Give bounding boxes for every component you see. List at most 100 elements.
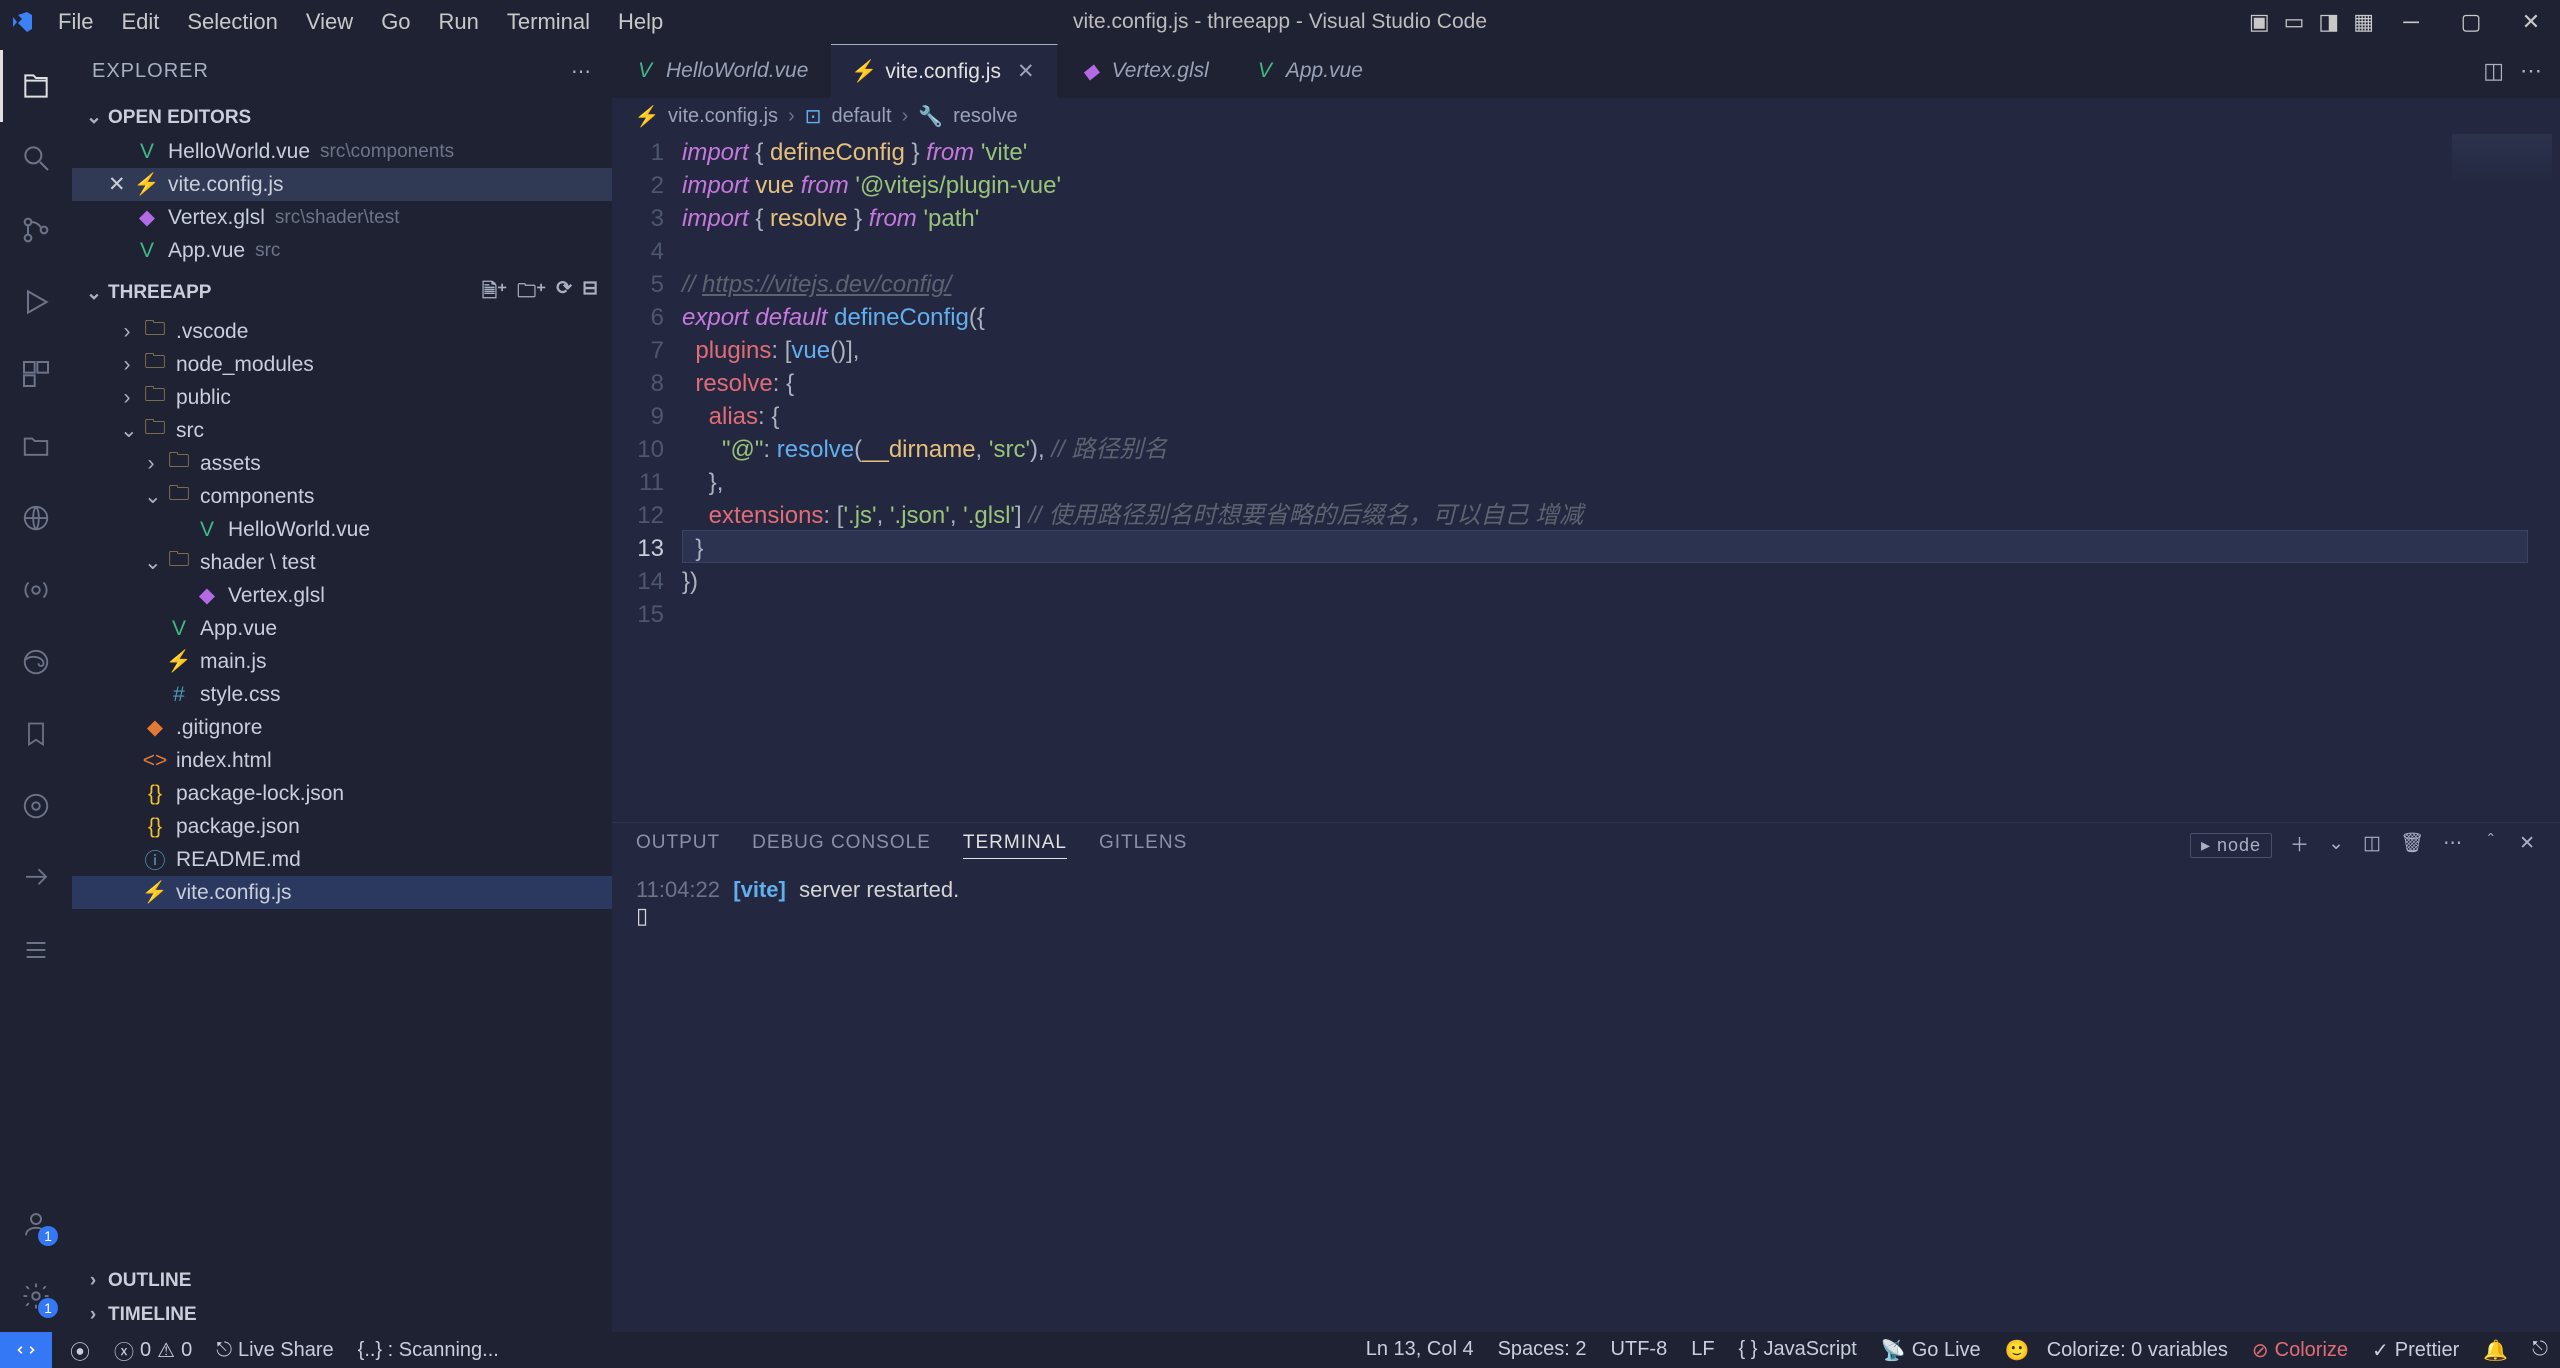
folder-icon[interactable] bbox=[0, 410, 72, 482]
open-editor-item[interactable]: ◆Vertex.glsl src\shader\test bbox=[72, 201, 612, 234]
menu-terminal[interactable]: Terminal bbox=[493, 0, 604, 44]
split-terminal-icon[interactable]: ◫ bbox=[2363, 832, 2382, 859]
feedback-icon[interactable]: ⎋ bbox=[2520, 1338, 2560, 1361]
tree-item[interactable]: ›🗀public bbox=[72, 381, 612, 414]
menu-selection[interactable]: Selection bbox=[173, 0, 292, 44]
timeline-header[interactable]: ›TIMELINE bbox=[72, 1298, 612, 1332]
open-editors-header[interactable]: ⌄ OPEN EDITORS bbox=[72, 100, 612, 135]
close-button[interactable]: ✕ bbox=[2508, 0, 2554, 44]
tree-item[interactable]: {}package-lock.json bbox=[72, 777, 612, 810]
layout-icon[interactable]: ▣ bbox=[2249, 9, 2270, 35]
editor-tab[interactable]: VHelloWorld.vue bbox=[612, 44, 831, 98]
panel-tab-debug-console[interactable]: DEBUG CONSOLE bbox=[752, 832, 931, 858]
explorer-icon[interactable] bbox=[0, 50, 72, 122]
code-editor[interactable]: 123456789101112131415 import { defineCon… bbox=[612, 134, 2560, 822]
new-file-icon[interactable]: 🗎⁺ bbox=[482, 277, 507, 309]
sidebar-right-icon[interactable]: ◨ bbox=[2318, 9, 2339, 35]
gitlens-icon[interactable] bbox=[0, 770, 72, 842]
golive-status[interactable]: 📡 Go Live bbox=[1869, 1338, 1993, 1363]
open-editor-item[interactable]: ✕⚡vite.config.js bbox=[72, 168, 612, 201]
tree-item[interactable]: ⌄🗀src bbox=[72, 414, 612, 447]
tree-item[interactable]: ⌄🗀shader \ test bbox=[72, 546, 612, 579]
prettier-status[interactable]: ✓ Prettier bbox=[2360, 1338, 2471, 1363]
more-actions-icon[interactable]: ⋯ bbox=[2520, 58, 2542, 84]
kill-terminal-icon[interactable]: 🗑 bbox=[2400, 831, 2425, 859]
notifications-icon[interactable]: 🔔 bbox=[2471, 1338, 2520, 1363]
menu-run[interactable]: Run bbox=[425, 0, 493, 44]
settings-gear-icon[interactable]: 1 bbox=[0, 1260, 72, 1332]
more-terminal-icon[interactable]: ⋯ bbox=[2443, 832, 2463, 859]
tree-item[interactable]: ⚡main.js bbox=[72, 645, 612, 678]
gitlens-status[interactable]: ⦿ bbox=[58, 1332, 102, 1368]
edge-icon[interactable] bbox=[0, 626, 72, 698]
menu-edit[interactable]: Edit bbox=[107, 0, 173, 44]
open-editor-item[interactable]: VHelloWorld.vue src\components bbox=[72, 135, 612, 168]
open-editor-item[interactable]: VApp.vue src bbox=[72, 234, 612, 267]
tree-item[interactable]: ›🗀.vscode bbox=[72, 315, 612, 348]
run-debug-icon[interactable] bbox=[0, 266, 72, 338]
menu-go[interactable]: Go bbox=[367, 0, 424, 44]
accounts-icon[interactable]: 1 bbox=[0, 1188, 72, 1260]
tree-item[interactable]: ⚡vite.config.js bbox=[72, 876, 612, 909]
editor-tab[interactable]: VApp.vue bbox=[1232, 44, 1386, 98]
editor-tab[interactable]: ⚡vite.config.js✕ bbox=[831, 44, 1057, 98]
breadcrumb[interactable]: ⚡vite.config.js › ⊡default › 🔧resolve bbox=[612, 98, 2560, 134]
extensions-icon[interactable] bbox=[0, 338, 72, 410]
tree-item[interactable]: ›🗀assets bbox=[72, 447, 612, 480]
panel-tab-output[interactable]: OUTPUT bbox=[636, 832, 720, 858]
editor-tab[interactable]: ◆Vertex.glsl bbox=[1058, 44, 1232, 98]
colorize-vars-status[interactable]: 🙂 Colorize: 0 variables bbox=[1993, 1338, 2240, 1363]
panel-tab-gitlens[interactable]: GITLENS bbox=[1099, 832, 1187, 858]
bottom-panel: OUTPUT DEBUG CONSOLE TERMINAL GITLENS ▸ nod… bbox=[612, 822, 2560, 1332]
live-icon[interactable] bbox=[0, 554, 72, 626]
tree-item[interactable]: #style.css bbox=[72, 678, 612, 711]
indentation-status[interactable]: Spaces: 2 bbox=[1486, 1338, 1599, 1361]
terminal-dropdown-icon[interactable]: ⌄ bbox=[2328, 832, 2345, 859]
panel-icon[interactable]: ▭ bbox=[2284, 9, 2305, 35]
eol-status[interactable]: LF bbox=[1679, 1338, 1726, 1361]
refresh-icon[interactable]: ⟳ bbox=[556, 277, 572, 309]
source-control-icon[interactable] bbox=[0, 194, 72, 266]
tree-item[interactable]: ⓘREADME.md bbox=[72, 843, 612, 876]
cursor-position[interactable]: Ln 13, Col 4 bbox=[1354, 1338, 1486, 1361]
menu-help[interactable]: Help bbox=[604, 0, 677, 44]
outline-header[interactable]: ›OUTLINE bbox=[72, 1264, 612, 1298]
tree-item[interactable]: VHelloWorld.vue bbox=[72, 513, 612, 546]
remote-icon[interactable] bbox=[0, 482, 72, 554]
panel-tab-terminal[interactable]: TERMINAL bbox=[963, 832, 1067, 859]
terminal-shell-selector[interactable]: ▸ node bbox=[2190, 833, 2272, 858]
split-editor-icon[interactable]: ◫ bbox=[2483, 58, 2504, 84]
tree-item[interactable]: VApp.vue bbox=[72, 612, 612, 645]
tree-item[interactable]: {}package.json bbox=[72, 810, 612, 843]
bookmark-icon[interactable] bbox=[0, 698, 72, 770]
tree-item[interactable]: ⌄🗀components bbox=[72, 480, 612, 513]
search-icon[interactable] bbox=[0, 122, 72, 194]
minimap[interactable] bbox=[2452, 134, 2552, 184]
scanning-status[interactable]: {..} : Scanning... bbox=[346, 1332, 511, 1368]
collapse-icon[interactable]: ⊟ bbox=[582, 277, 598, 309]
encoding-status[interactable]: UTF-8 bbox=[1599, 1338, 1680, 1361]
more-icon[interactable]: ⋯ bbox=[571, 59, 592, 84]
tree-item[interactable]: ›🗀node_modules bbox=[72, 348, 612, 381]
customize-layout-icon[interactable]: ▦ bbox=[2353, 9, 2374, 35]
terminal-output[interactable]: 11:04:22 [vite] server restarted. ▯ bbox=[612, 867, 2560, 1332]
liveshare-status[interactable]: ⎋ Live Share bbox=[204, 1332, 345, 1368]
problems-status[interactable]: ⓧ 0 ⚠ 0 bbox=[102, 1332, 204, 1368]
tree-item[interactable]: <>index.html bbox=[72, 744, 612, 777]
project-header[interactable]: ⌄ THREEAPP 🗎⁺ 🗀⁺ ⟳ ⊟ bbox=[72, 271, 612, 315]
close-panel-icon[interactable]: ✕ bbox=[2519, 832, 2536, 859]
colorize-status[interactable]: ⊘ Colorize bbox=[2240, 1338, 2360, 1363]
menu-view[interactable]: View bbox=[292, 0, 367, 44]
tree-item[interactable]: ◆.gitignore bbox=[72, 711, 612, 744]
maximize-panel-icon[interactable]: ＾ bbox=[2481, 830, 2501, 861]
new-terminal-icon[interactable]: ＋ bbox=[2290, 830, 2310, 861]
minimize-button[interactable]: ─ bbox=[2388, 0, 2434, 44]
new-folder-icon[interactable]: 🗀⁺ bbox=[517, 277, 546, 309]
tree-item[interactable]: ◆Vertex.glsl bbox=[72, 579, 612, 612]
maximize-button[interactable]: ▢ bbox=[2448, 0, 2494, 44]
list-icon[interactable] bbox=[0, 914, 72, 986]
menu-file[interactable]: File bbox=[44, 0, 107, 44]
share-icon[interactable] bbox=[0, 842, 72, 914]
language-status[interactable]: { } JavaScript bbox=[1727, 1338, 1869, 1361]
remote-button[interactable] bbox=[0, 1332, 52, 1368]
